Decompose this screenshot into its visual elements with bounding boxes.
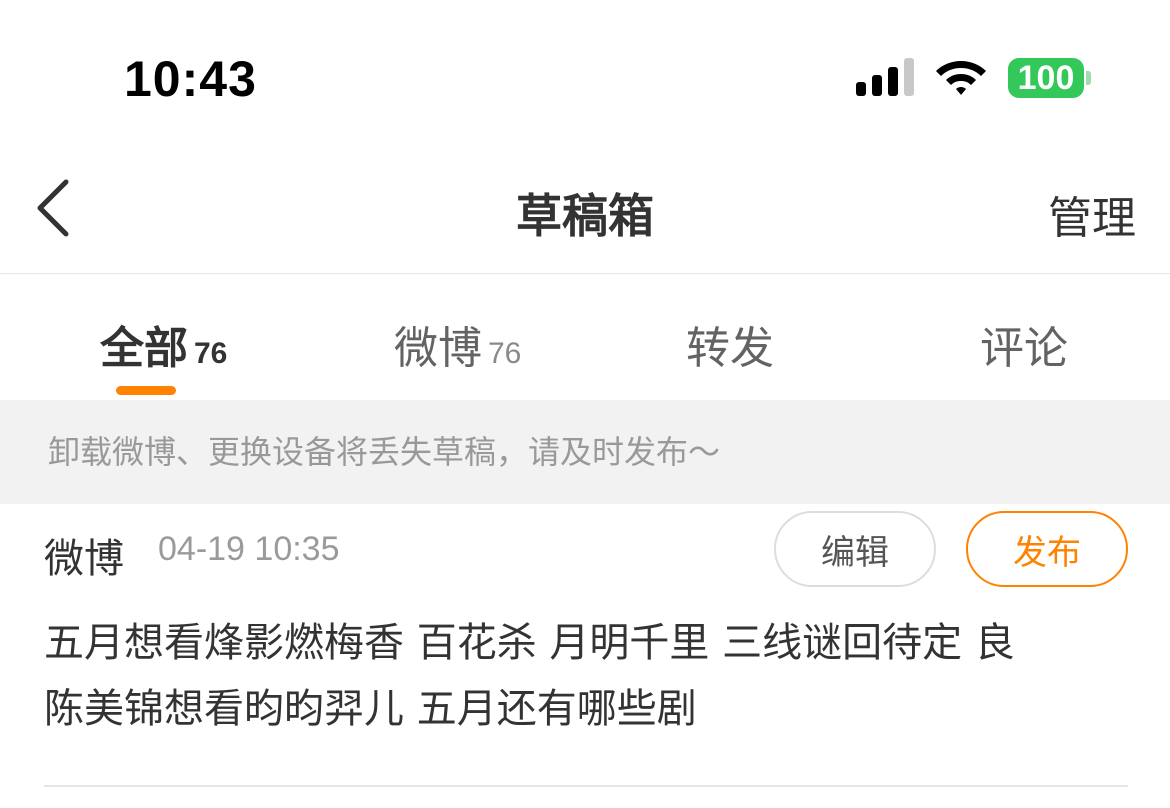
status-time: 10:43 <box>124 51 257 107</box>
tab-weibo-count: 76 <box>488 337 522 370</box>
active-tab-indicator <box>116 386 176 395</box>
manage-button[interactable]: 管理 <box>1048 182 1136 246</box>
tab-weibo[interactable]: 微博 76 <box>394 312 522 374</box>
nav-bar: 草稿箱 管理 <box>0 150 1170 274</box>
draft-type: 微博 <box>44 536 124 582</box>
tab-all-label: 全部 <box>100 323 188 374</box>
draft-item[interactable]: 微博 04-19 10:35 编辑 发布 五月想看烽影燃梅香 百花杀 月明千里 … <box>0 504 1170 808</box>
tab-repost[interactable]: 转发 <box>686 312 774 374</box>
status-bar: 10:43 100 <box>0 0 1170 150</box>
battery-level: 100 <box>1017 58 1075 97</box>
tab-comment-label: 评论 <box>980 323 1068 374</box>
publish-button[interactable]: 发布 <box>966 511 1128 587</box>
tab-bar: 全部 76 微博 76 转发 评论 <box>0 274 1170 400</box>
tab-repost-label: 转发 <box>686 323 774 374</box>
divider <box>44 785 1128 787</box>
draft-timestamp: 04-19 10:35 <box>158 530 340 568</box>
draft-content-line: 五月想看烽影燃梅香 百花杀 月明千里 三线谜回待定 良 <box>44 620 1015 666</box>
draft-content-line: 陈美锦想看昀昀羿儿 五月还有哪些剧 <box>44 686 697 732</box>
tab-weibo-label: 微博 <box>394 323 482 374</box>
wifi-icon <box>936 61 986 95</box>
cellular-signal-icon <box>856 58 914 96</box>
draft-content[interactable]: 五月想看烽影燃梅香 百花杀 月明千里 三线谜回待定 良 陈美锦想看昀昀羿儿 五月… <box>44 610 1134 742</box>
page-title: 草稿箱 <box>516 189 654 243</box>
tab-comment[interactable]: 评论 <box>980 312 1068 374</box>
draft-notice: 卸载微博、更换设备将丢失草稿，请及时发布～ <box>0 400 1170 504</box>
tab-all[interactable]: 全部 76 <box>100 312 228 374</box>
tab-all-count: 76 <box>194 337 228 370</box>
battery-tip <box>1086 71 1091 85</box>
edit-button[interactable]: 编辑 <box>774 511 936 587</box>
battery-indicator: 100 <box>1008 58 1084 98</box>
